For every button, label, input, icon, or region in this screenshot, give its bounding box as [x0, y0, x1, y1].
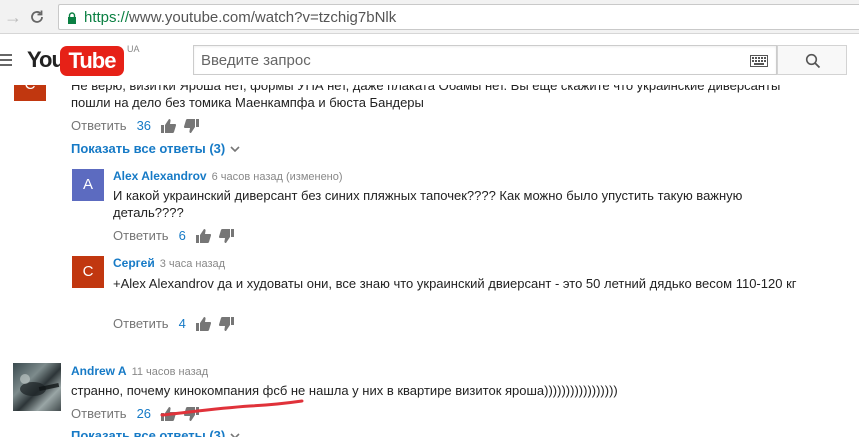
chevron-down-icon: [230, 433, 240, 437]
reply-button[interactable]: Ответить: [113, 316, 169, 331]
avatar[interactable]: A: [72, 169, 104, 201]
comment-actions: Ответить 4: [113, 316, 234, 331]
comment-text: +Alex Alexandrov да и худоваты они, все …: [113, 276, 797, 291]
like-count: 4: [178, 316, 186, 331]
like-count: 26: [136, 406, 152, 421]
comment-header: Andrew A 11 часов назад: [71, 364, 208, 378]
browser-toolbar: → https://www.youtube.com/watch?v=tzchig…: [0, 0, 859, 34]
reply-button[interactable]: Ответить: [71, 406, 127, 421]
like-count: 6: [178, 228, 186, 243]
menu-icon[interactable]: [0, 54, 12, 66]
show-replies-label: Показать все ответы (3): [71, 141, 226, 156]
author-name[interactable]: Сергей: [113, 256, 155, 270]
show-replies-button[interactable]: Показать все ответы (3): [71, 428, 240, 437]
thumbs-down-icon[interactable]: [218, 317, 234, 331]
logo-tube: Tube: [60, 46, 124, 76]
author-name[interactable]: Andrew A: [71, 364, 127, 378]
thumbs-down-icon[interactable]: [184, 119, 200, 133]
comment-timestamp[interactable]: 6 часов назад (изменено): [212, 171, 343, 183]
avatar[interactable]: С: [72, 256, 104, 288]
comment-header: Alex Alexandrov 6 часов назад (изменено): [113, 169, 343, 183]
like-count: 36: [136, 118, 152, 133]
lock-icon: [68, 12, 76, 24]
thumbs-down-icon[interactable]: [218, 229, 234, 243]
logo-you: You: [27, 47, 65, 72]
youtube-masthead: You Tube UA Введите запрос: [0, 35, 859, 85]
reply-button[interactable]: Ответить: [71, 118, 127, 133]
address-bar[interactable]: https://www.youtube.com/watch?v=tzchig7b…: [58, 4, 859, 30]
author-name[interactable]: Alex Alexandrov: [113, 169, 207, 183]
comments-section: С Не верю, визитки Яроша нет, формы УПА …: [0, 85, 859, 437]
reload-icon[interactable]: [26, 6, 48, 28]
show-replies-label: Показать все ответы (3): [71, 428, 226, 437]
comment-actions: Ответить 6: [113, 228, 234, 243]
search-input[interactable]: Введите запрос: [201, 52, 311, 69]
avatar-photo: [20, 374, 60, 396]
thumbs-up-icon[interactable]: [161, 119, 177, 133]
thumbs-up-icon[interactable]: [195, 317, 211, 331]
red-underline-annotation: [160, 399, 304, 417]
search-field[interactable]: Введите запрос: [193, 45, 777, 75]
reply-button[interactable]: Ответить: [113, 228, 169, 243]
show-replies-button[interactable]: Показать все ответы (3): [71, 141, 240, 156]
comment-text: И какой украинский диверсант без синих п…: [113, 188, 743, 220]
comment-timestamp[interactable]: 11 часов назад: [132, 366, 209, 378]
region-label: UA: [127, 44, 140, 54]
comment-text: Не верю, визитки Яроша нет, формы УПА не…: [71, 85, 781, 110]
search-icon: [805, 53, 821, 69]
comment-timestamp[interactable]: 3 часа назад: [160, 258, 225, 270]
back-arrow-icon[interactable]: →: [2, 6, 24, 28]
avatar[interactable]: [13, 363, 61, 411]
avatar[interactable]: С: [14, 85, 46, 101]
thumbs-up-icon[interactable]: [195, 229, 211, 243]
url-text: https://www.youtube.com/watch?v=tzchig7b…: [84, 9, 396, 26]
search-button[interactable]: [777, 45, 847, 75]
url-path: www.youtube.com/watch?v=tzchig7bNlk: [129, 9, 397, 26]
comment-actions: Ответить 36: [71, 118, 200, 133]
url-scheme: https://: [84, 9, 130, 26]
comment-text: странно, почему кинокомпания фсб не нашл…: [71, 383, 618, 398]
keyboard-icon[interactable]: [750, 55, 768, 67]
comment-header: Сергей 3 часа назад: [113, 256, 225, 270]
chevron-down-icon: [230, 146, 240, 152]
